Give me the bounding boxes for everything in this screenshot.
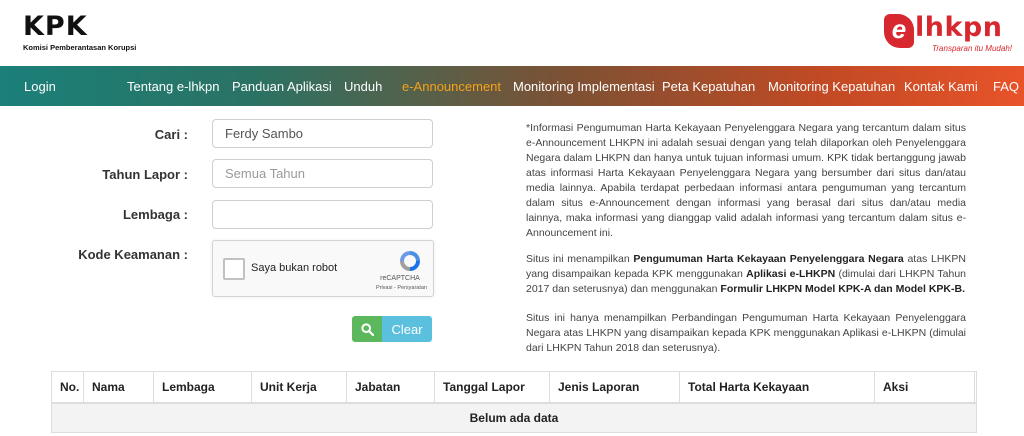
disclaimer-text: *Informasi Pengumuman Harta Kekayaan Pen… <box>526 122 966 239</box>
col-total-harta[interactable]: Total Harta Kekayaan <box>680 372 875 402</box>
info-p2-text: Situs ini menampilkan <box>526 253 634 265</box>
kode-keamanan-label: Kode Keamanan : <box>78 247 188 262</box>
nav-tentang[interactable]: Tentang e-lhkpn <box>127 79 220 94</box>
search-icon <box>360 322 374 336</box>
nav-monitoring-kepatuhan[interactable]: Monitoring Kepatuhan <box>768 79 895 94</box>
search-button[interactable] <box>352 316 382 342</box>
header: KPK Komisi Pemberantasan Korupsi e lhkpn… <box>0 0 1024 66</box>
kpk-logo[interactable]: KPK Komisi Pemberantasan Korupsi <box>23 11 137 52</box>
empty-row: Belum ada data <box>52 402 976 432</box>
main-nav: Login Tentang e-lhkpn Panduan Aplikasi U… <box>0 66 1024 106</box>
col-no[interactable]: No. <box>52 372 84 402</box>
col-lembaga[interactable]: Lembaga <box>154 372 252 402</box>
nav-unduh[interactable]: Unduh <box>344 79 382 94</box>
col-unit-kerja[interactable]: Unit Kerja <box>252 372 347 402</box>
kpk-subtitle: Komisi Pemberantasan Korupsi <box>23 43 137 52</box>
col-aksi[interactable]: Aksi <box>875 372 975 402</box>
info-paragraph-3: Situs ini hanya menampilkan Perbandingan… <box>526 312 966 354</box>
nav-peta-kepatuhan[interactable]: Peta Kepatuhan <box>662 79 755 94</box>
elhkpn-wordmark: lhkpn <box>915 12 1003 43</box>
results-table: No. Nama Lembaga Unit Kerja Jabatan Tang… <box>51 371 977 433</box>
info-p2-bold: Pengumuman Harta Kekayaan Penyelenggara … <box>633 253 904 265</box>
clear-button[interactable]: Clear <box>382 316 432 342</box>
cari-input[interactable] <box>212 119 433 148</box>
tahun-lapor-input[interactable] <box>212 159 433 188</box>
col-tanggal-lapor[interactable]: Tanggal Lapor <box>435 372 550 402</box>
nav-kontak-kami[interactable]: Kontak Kami <box>904 79 978 94</box>
cari-label: Cari : <box>154 127 188 142</box>
elhkpn-logo[interactable]: e lhkpn Transparan itu Mudah! <box>884 12 1014 56</box>
recaptcha-icon <box>400 251 420 271</box>
recaptcha-label: Saya bukan robot <box>251 262 338 274</box>
lembaga-label: Lembaga : <box>122 207 188 222</box>
nav-login[interactable]: Login <box>24 79 56 94</box>
nav-panduan[interactable]: Panduan Aplikasi <box>232 79 332 94</box>
info-paragraph-2: Situs ini menampilkan Pengumuman Harta K… <box>526 252 966 297</box>
info-p2-bold: Formulir LHKPN Model KPK-A dan Model KPK… <box>720 283 966 295</box>
col-jabatan[interactable]: Jabatan <box>347 372 435 402</box>
recaptcha-brand: reCAPTCHA <box>380 275 420 282</box>
recaptcha-links[interactable]: Privasi - Persyaratan <box>376 285 427 291</box>
col-jenis-laporan[interactable]: Jenis Laporan <box>550 372 680 402</box>
recaptcha-checkbox[interactable] <box>223 258 245 280</box>
tahun-lapor-label: Tahun Lapor : <box>102 167 188 182</box>
elhkpn-e-mark: e <box>884 14 914 48</box>
elhkpn-tagline: Transparan itu Mudah! <box>932 44 1012 53</box>
col-nama[interactable]: Nama <box>84 372 154 402</box>
nav-monitoring-implementasi[interactable]: Monitoring Implementasi <box>513 79 655 94</box>
nav-faq[interactable]: FAQ <box>993 79 1019 94</box>
nav-e-announcement[interactable]: e-Announcement <box>402 79 501 94</box>
kpk-logo-text: KPK <box>23 11 88 42</box>
lembaga-input[interactable] <box>212 200 433 229</box>
info-p2-bold: Aplikasi e-LHKPN <box>746 268 836 280</box>
recaptcha-widget: Saya bukan robot reCAPTCHA Privasi - Per… <box>212 240 434 297</box>
